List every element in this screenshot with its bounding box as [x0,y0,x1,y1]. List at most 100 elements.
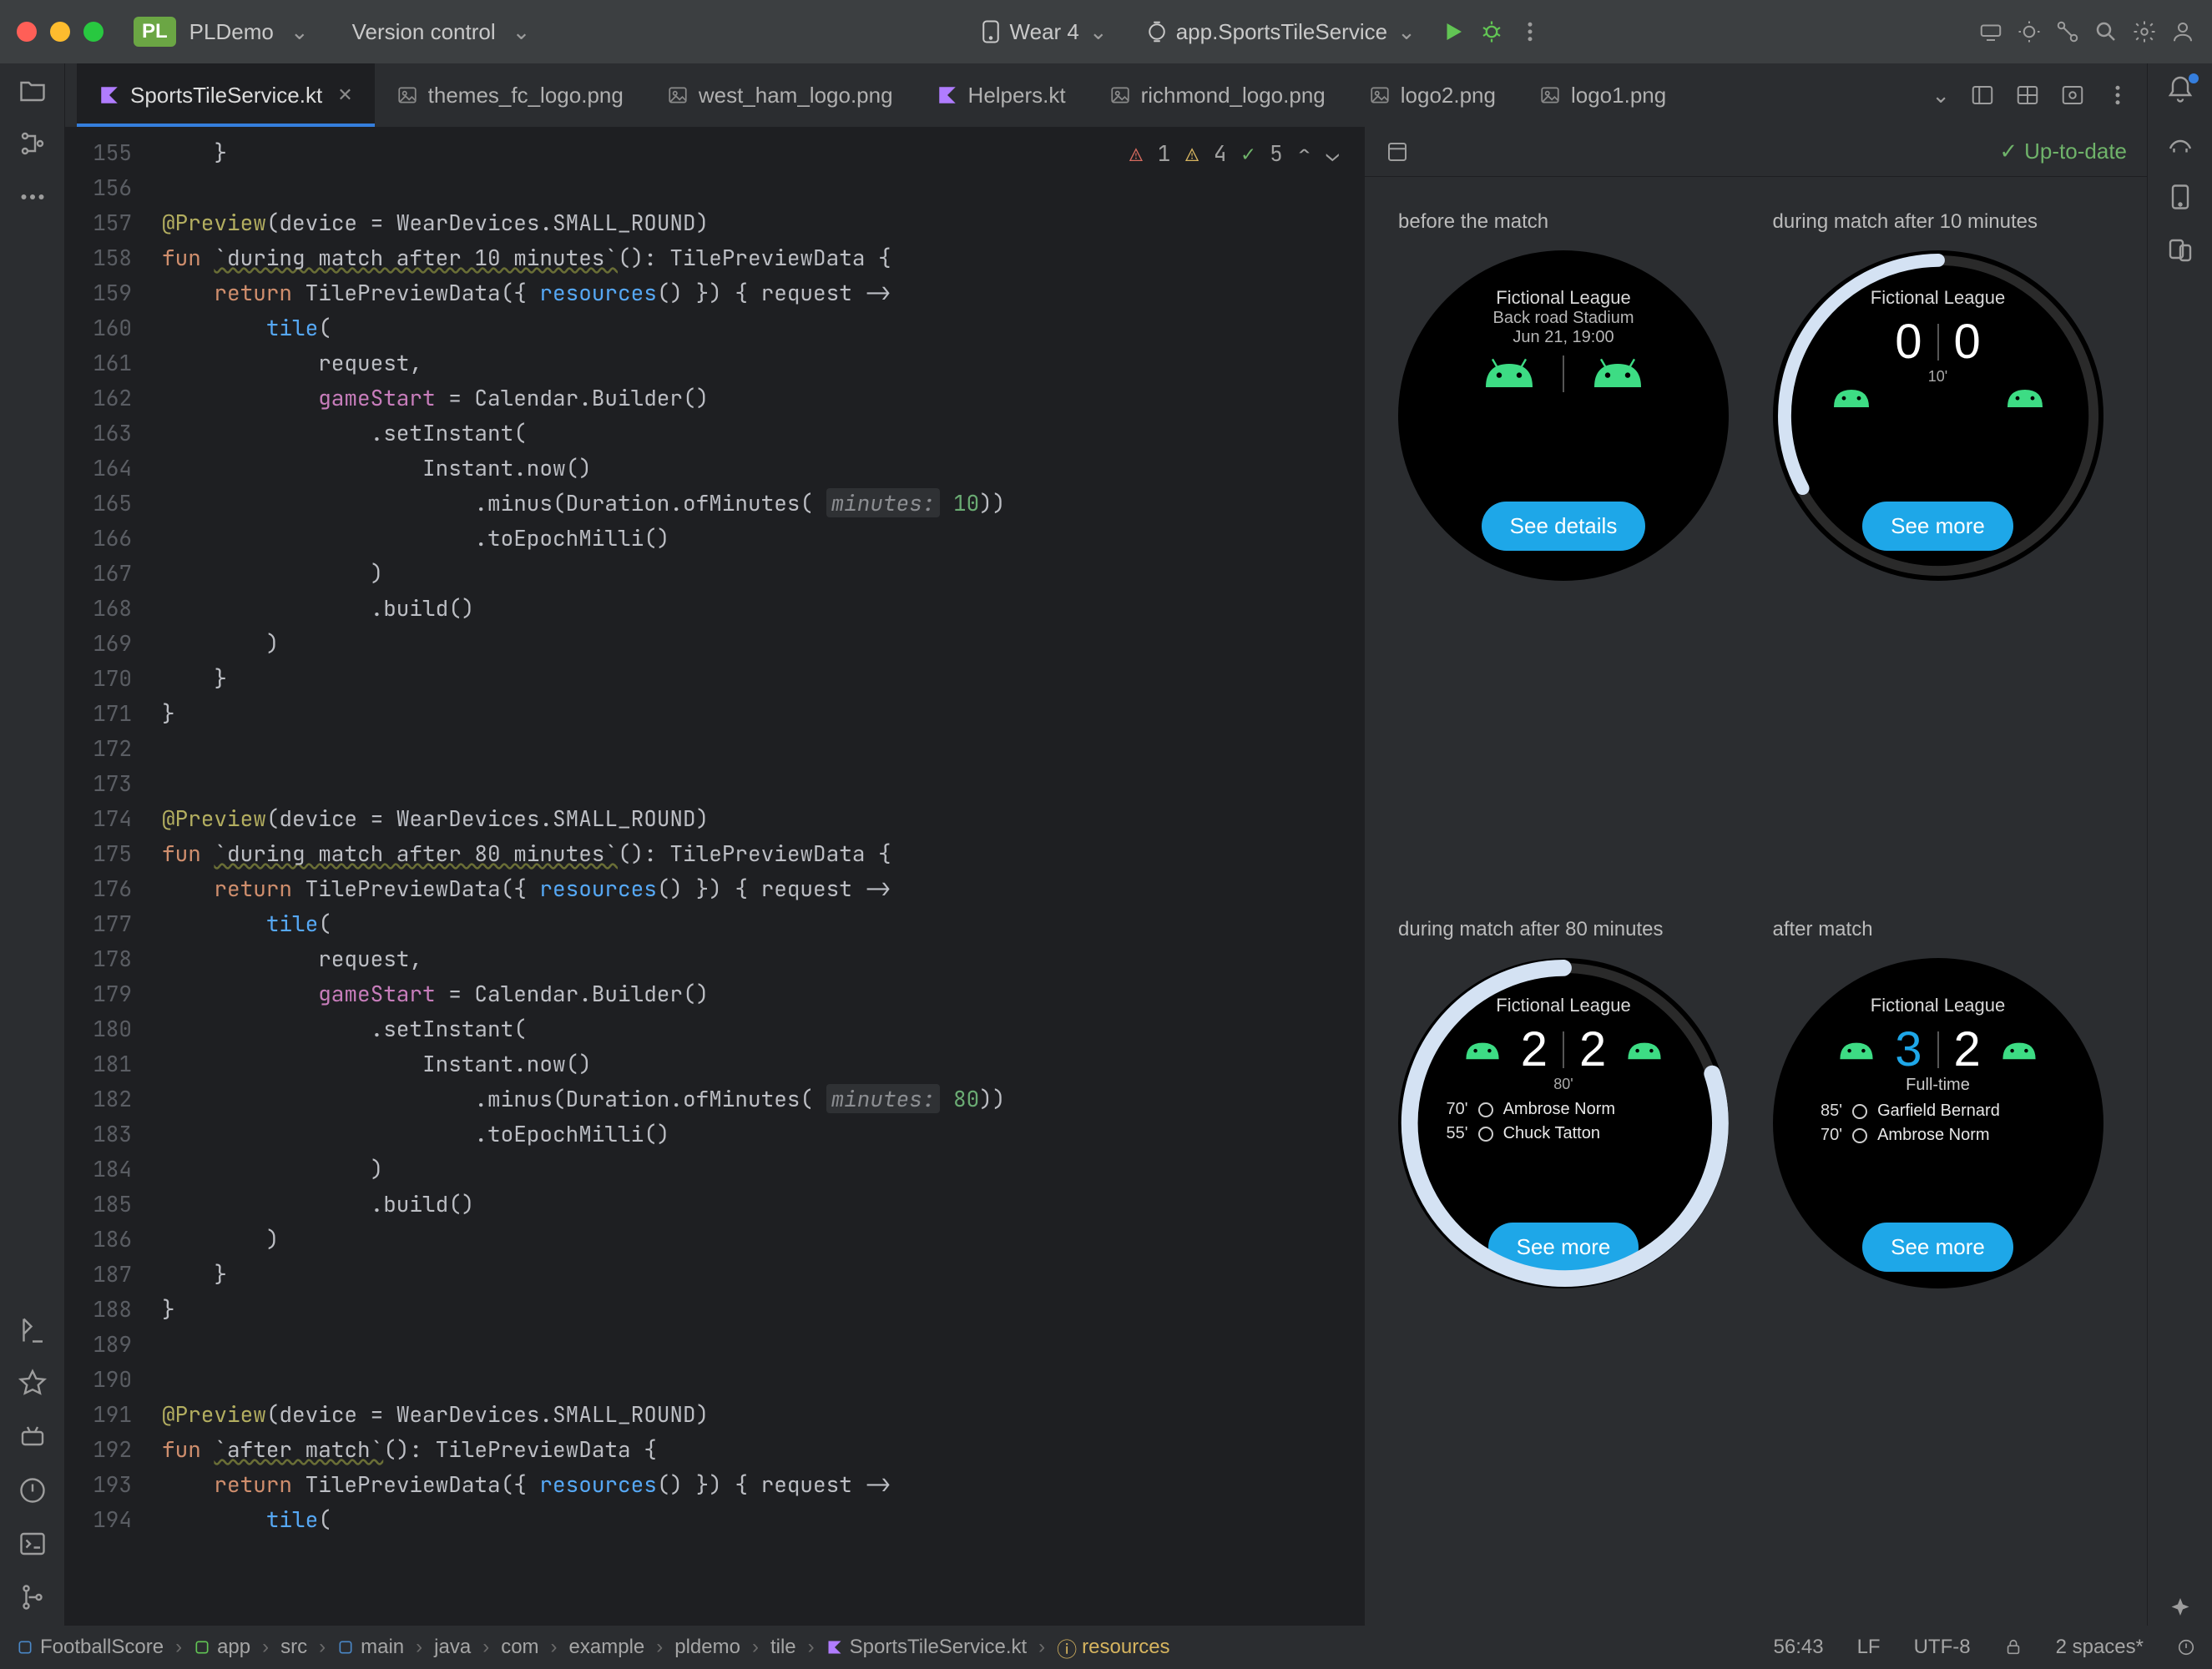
chevron-right-icon: › [808,1636,815,1659]
breadcrumb[interactable]: src [280,1636,307,1659]
notifications-icon[interactable] [2165,75,2195,105]
more-tab-actions-icon[interactable] [2105,83,2130,108]
close-tab-icon[interactable]: ✕ [337,84,352,106]
breadcrumb[interactable]: com [501,1636,538,1659]
score-b: 2 [1954,1021,1981,1077]
breadcrumb[interactable]: pldemo [674,1636,740,1659]
preview-title: during match after 10 minutes [1773,210,2038,234]
debug-button[interactable] [1479,19,1504,44]
tab-themes-fc-logo[interactable]: themes_fc_logo.png [375,63,645,127]
caret-position[interactable]: 56:43 [1774,1636,1824,1659]
tab-logo1[interactable]: logo1.png [1518,63,1688,127]
watch-face[interactable]: Fictional League 2 2 80' 70'Ambrose Norm [1398,958,1729,1288]
git-icon[interactable] [2055,19,2080,44]
chevron-down-icon[interactable]: ⌄ [513,19,531,45]
minimize-window[interactable] [50,22,70,42]
breadcrumb[interactable]: example [569,1636,645,1659]
line-ending[interactable]: LF [1857,1636,1881,1659]
breadcrumb[interactable]: java [434,1636,471,1659]
preview-title: during match after 80 minutes [1398,918,1664,941]
search-icon[interactable] [2093,19,2119,44]
inspection-profile-icon[interactable] [2177,1638,2195,1656]
code-editor[interactable]: 155 156 157 158 159 160 161 162 163 164 … [65,127,1364,1626]
account-icon[interactable] [2170,19,2195,44]
gradle-tool-icon[interactable] [2165,129,2195,159]
breadcrumb[interactable]: tile [770,1636,796,1659]
maximize-window[interactable] [83,22,104,42]
preview-title: after match [1773,918,1873,941]
goal-minute: 70' [1805,1126,1842,1145]
indent-setting[interactable]: 2 spaces* [2056,1636,2144,1659]
readonly-icon[interactable] [2004,1638,2023,1656]
code-with-me-icon[interactable] [1978,19,2003,44]
run-config-selector[interactable]: app.SportsTileService ⌄ [1133,19,1427,45]
progress-ring [1773,250,2103,581]
tab-logo2[interactable]: logo2.png [1347,63,1518,127]
run-button[interactable] [1441,19,1466,44]
score-divider [1937,1031,1939,1068]
editor-preview-icon[interactable] [2060,83,2085,108]
vcs-tool-icon[interactable] [18,1582,48,1612]
tab-sportstileservice[interactable]: SportsTileService.kt ✕ [77,63,375,127]
watch-face[interactable]: Fictional League 0 0 10' [1773,250,2103,581]
breadcrumb[interactable]: ⓘresources [1057,1633,1169,1662]
prev-highlight-icon[interactable]: ⌃ [1298,139,1311,168]
preview-cell: during match after 10 minutes Fictional … [1773,210,2114,885]
tab-richmond-logo[interactable]: richmond_logo.png [1088,63,1347,127]
structure-tool-icon[interactable] [18,129,48,159]
preview-grid[interactable]: before the match Fictional League Back r… [1365,177,2147,1626]
project-badge[interactable]: PL [134,17,176,47]
goal-row: 70' Ambrose Norm [1805,1126,2070,1145]
goal-minute: 85' [1805,1102,1842,1121]
logcat-tool-icon[interactable] [18,1422,48,1452]
chevron-right-icon: › [262,1636,269,1659]
more-tools-icon[interactable] [18,182,48,212]
favorites-tool-icon[interactable] [18,1369,48,1399]
encoding[interactable]: UTF-8 [1914,1636,1971,1659]
ball-icon [1852,1128,1867,1143]
error-count: 1 [1158,139,1171,168]
vcs-menu[interactable]: Version control [352,19,496,45]
see-more-button[interactable]: See more [1862,1223,2013,1272]
close-window[interactable] [17,22,37,42]
goal-scorer: Ambrose Norm [1877,1126,1989,1145]
emulator-tool-icon[interactable] [2165,182,2195,212]
breadcrumb[interactable]: main [337,1636,404,1659]
inspection-summary[interactable]: ⚠1 ⚠4 ✓5 ⌃ ⌄ [1121,135,1347,171]
next-highlight-icon[interactable]: ⌄ [1326,139,1339,168]
tab-label: themes_fc_logo.png [428,83,624,108]
score-a: 3 [1895,1021,1922,1077]
problems-tool-icon[interactable] [18,1475,48,1505]
tab-helpers[interactable]: Helpers.kt [915,63,1088,127]
device-selector[interactable]: Wear 4 ⌄ [967,19,1119,45]
tab-label: Helpers.kt [968,83,1066,108]
chevron-right-icon: › [482,1636,489,1659]
tab-west-ham-logo[interactable]: west_ham_logo.png [645,63,915,127]
see-details-button[interactable]: See details [1482,502,1646,551]
project-name[interactable]: PLDemo [189,19,274,45]
project-tool-icon[interactable] [18,75,48,105]
editor-split-icon[interactable] [2015,83,2040,108]
terminal-tool-icon[interactable] [18,1529,48,1559]
editor-layout-icon[interactable] [1970,83,1995,108]
inspections-icon[interactable] [2017,19,2042,44]
build-tool-icon[interactable] [18,1315,48,1345]
score-divider [1563,355,1564,392]
watch-face[interactable]: Fictional League Back road Stadium Jun 2… [1398,250,1729,581]
breadcrumb[interactable]: SportsTileService.kt [826,1636,1028,1659]
ai-assistant-icon[interactable] [2165,1596,2195,1626]
kotlin-file-icon [937,84,958,106]
tab-overflow-icon[interactable]: ⌄ [1932,83,1950,108]
preview-toggle-icon[interactable] [1385,139,1410,164]
preview-title: before the match [1398,210,1548,234]
chevron-down-icon[interactable]: ⌄ [290,19,309,45]
image-file-icon [667,84,689,106]
breadcrumb[interactable]: app [194,1636,250,1659]
code-area[interactable]: } @Preview(device = WearDevices.SMALL_RO… [149,127,1364,1626]
settings-icon[interactable] [2132,19,2157,44]
device-manager-tool-icon[interactable] [2165,235,2195,265]
image-file-icon [1369,84,1391,106]
more-actions-icon[interactable] [1518,19,1543,44]
breadcrumb[interactable]: FootballScore [17,1636,164,1659]
watch-face[interactable]: Fictional League 3 2 Full-time 85'Garfie… [1773,958,2103,1288]
